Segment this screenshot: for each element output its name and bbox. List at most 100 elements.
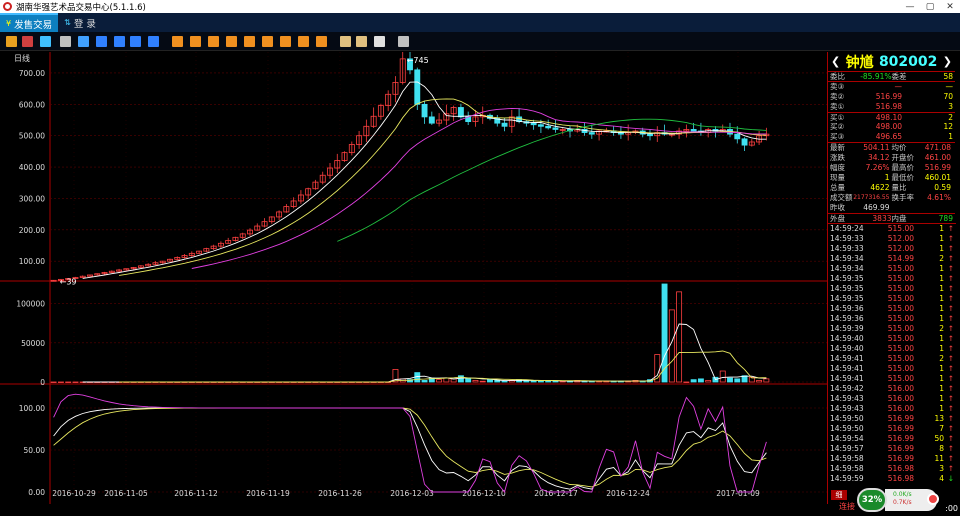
high-annotation: ←745 [407,56,429,65]
volume-bar [501,380,508,383]
arrow-up-icon: ↑ [947,364,954,373]
trade-row: 14:59:50 516.99 13 ↑ [828,414,956,424]
arrow-up-icon: ↑ [947,404,954,413]
draw-icon[interactable] [374,36,385,47]
volume-bar [494,380,501,383]
stat-row: 最新 504.11 均价 471.08 [828,143,955,153]
k3-icon[interactable] [130,36,141,47]
volume-bar [697,378,704,383]
k1-icon[interactable] [96,36,107,47]
volume-bar [443,377,450,383]
p1-icon[interactable] [172,36,183,47]
p3-icon[interactable] [208,36,219,47]
inner-value: 789 [938,213,953,223]
next-product-icon[interactable]: ❯ [943,55,952,68]
trade-time: 14:59:58 [830,464,864,473]
volume-tick-label: 50000 [21,339,45,348]
period-label: 日线 [14,53,30,63]
download-speed: 0.7K/s [893,499,912,506]
p6-icon[interactable] [262,36,273,47]
p2-icon[interactable] [190,36,201,47]
line-chart-icon[interactable] [22,36,33,47]
stat-value: 460.01 [924,173,951,182]
stat-label: 均价 [891,143,907,152]
trade-price: 516.99 [887,444,914,453]
volume-bar [727,377,733,383]
maximize-button[interactable]: ▢ [920,0,940,13]
wei-cha-value: 58 [943,71,953,81]
p5-icon[interactable] [244,36,255,47]
stat-value [951,203,953,213]
volume-bar [676,291,683,383]
sell-level-3: 卖① 516.98 3 [828,102,955,112]
trade-price: 515.00 [887,344,914,353]
settings-icon[interactable] [398,36,409,47]
menu-item-login[interactable]: ⇅ 登 录 [58,13,102,32]
prev-product-icon[interactable]: ❮ [831,55,840,68]
trade-volume: 1 [939,384,944,393]
status-area: 细 连接 0.0K/s 0.7K/s 32% :00 [827,486,960,516]
trade-price: 515.00 [887,304,914,313]
arrow-up-icon: ↑ [947,314,954,323]
stat-label: 昨收 [830,203,845,212]
wei-bi-row: 委比 -85.91% 委差 58 [828,71,955,81]
calc-icon[interactable] [60,36,71,47]
trade-row: 14:59:43 516.00 1 ↑ [828,404,956,414]
arrow-up-icon: ↑ [947,434,954,443]
price-tick-label: 600.00 [19,100,45,109]
minimize-button[interactable]: — [900,0,920,13]
sell-label: 卖② [830,92,845,101]
close-button[interactable]: ✕ [940,0,960,13]
trade-volume: 50 [934,434,944,443]
price-tick-label: 100.00 [19,257,45,266]
p9-icon[interactable] [316,36,327,47]
price-tick-label: 500.00 [19,132,45,141]
volume-bar [421,380,428,383]
p8-icon[interactable] [298,36,309,47]
sell-qty: 70 [943,92,953,101]
trade-time: 14:59:36 [830,304,864,313]
trade-volume: 1 [939,394,944,403]
trade-time: 14:59:57 [830,444,864,453]
menu-item-trade[interactable]: ¥ 发售交易 [0,13,59,32]
k2-icon[interactable] [114,36,125,47]
trade-row: 14:59:57 516.99 8 ↑ [828,444,956,454]
bar-chart-icon[interactable] [6,36,17,47]
arrow-up-icon: ↑ [947,374,954,383]
k4-icon[interactable] [148,36,159,47]
arrow-up-icon: ↑ [947,464,954,473]
detail-tab[interactable]: 细 [831,490,847,500]
trade-volume: 1 [939,244,944,253]
stat-row: 成交额 2177316.55 换手率 4.61% [828,193,955,203]
ma40-line [337,118,767,242]
buy-level-3: 买③ 496.65 1 [828,132,955,142]
trade-time: 14:59:33 [830,244,864,253]
product-name: 钟馗 [845,54,874,71]
buy-qty: 12 [943,122,953,131]
kline-chart[interactable]: 日线 700.00 600.00 500.00 400.00 300.00 200.00 10… [0,52,827,504]
price-tick-label: 700.00 [19,69,45,78]
stat-row: 幅度 7.26% 最高价 516.99 [828,163,955,173]
grid-icon[interactable] [78,36,89,47]
trade-price: 514.99 [887,254,914,263]
buy-price: 498.00 [875,122,902,131]
candle-body [588,132,595,135]
stat-row: 昨收 469.99 [828,203,955,213]
trade-volume: 1 [939,224,944,233]
volume-bar [65,381,72,383]
trade-row: 14:59:36 515.00 1 ↑ [828,314,956,324]
zoom-in-icon[interactable] [340,36,351,47]
zoom-out-icon[interactable] [356,36,367,47]
trade-row: 14:59:40 515.00 1 ↑ [828,334,956,344]
p7-icon[interactable] [280,36,291,47]
osc-tick-label: 0.00 [28,488,45,497]
candle-body [552,127,559,130]
candle-icon[interactable] [40,36,51,47]
x-tick-label: 2016-11-12 [174,489,218,498]
trade-time: 14:59:43 [830,404,864,413]
volume-bar [734,378,741,383]
trade-row: 14:59:59 516.98 4 ↓ [828,474,956,484]
trade-volume: 1 [939,234,944,243]
trade-ticker: 14:59:24 515.00 1 ↑ 14:59:33 512.00 1 ↑ 14:59:33… [828,223,956,484]
p4-icon[interactable] [226,36,237,47]
